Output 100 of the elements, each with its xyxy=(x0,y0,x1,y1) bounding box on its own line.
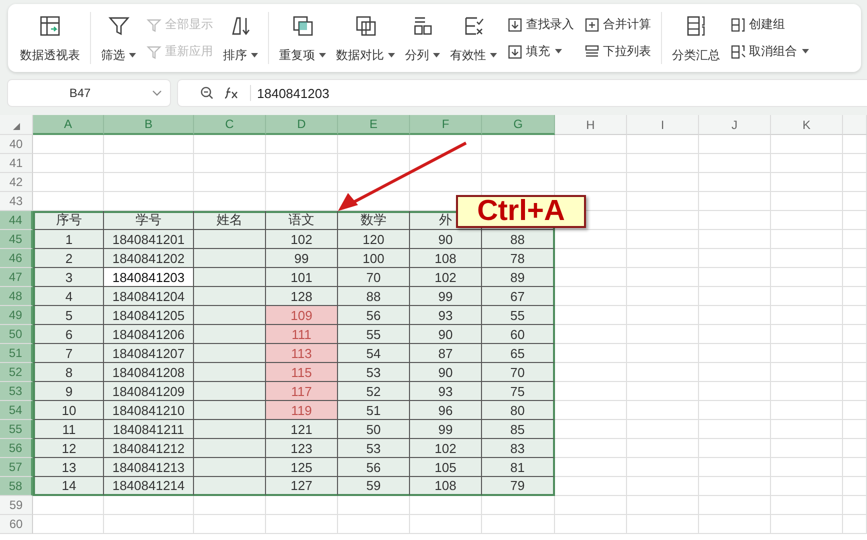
table-cell[interactable]: 102 xyxy=(266,230,338,249)
table-cell[interactable]: 60 xyxy=(482,325,555,344)
ribbon-button[interactable]: 分列 xyxy=(401,4,444,72)
table-cell[interactable]: 52 xyxy=(338,382,410,401)
table-cell[interactable]: 108 xyxy=(410,249,482,268)
ribbon-button[interactable]: 创建组 xyxy=(726,14,813,36)
table-cell[interactable]: 1840841206 xyxy=(104,325,194,344)
table-cell[interactable]: 65 xyxy=(482,344,555,363)
ribbon-button[interactable]: 有效性 xyxy=(446,4,501,72)
table-cell[interactable]: 96 xyxy=(410,401,482,420)
ribbon-button[interactable]: 筛选 xyxy=(97,4,140,72)
table-cell[interactable]: 93 xyxy=(410,382,482,401)
table-cell[interactable]: 90 xyxy=(410,325,482,344)
table-cell[interactable]: 90 xyxy=(410,363,482,382)
table-cell[interactable]: 12 xyxy=(33,439,104,458)
table-cell[interactable]: 1840841202 xyxy=(104,249,194,268)
table-cell[interactable]: 128 xyxy=(266,287,338,306)
table-cell[interactable]: 88 xyxy=(482,230,555,249)
formula-field[interactable]: 1840841203 xyxy=(178,80,867,106)
table-cell[interactable]: 4 xyxy=(33,287,104,306)
table-cell[interactable]: 9 xyxy=(33,382,104,401)
table-cell[interactable]: 54 xyxy=(338,344,410,363)
table-cell[interactable]: 1840841212 xyxy=(104,439,194,458)
header-cell[interactable]: 姓名 xyxy=(194,211,266,230)
table-cell[interactable]: 55 xyxy=(482,306,555,325)
table-cell[interactable]: 3 xyxy=(33,268,104,287)
table-cell[interactable]: 102 xyxy=(410,439,482,458)
table-cell[interactable]: 1840841203 xyxy=(104,268,194,287)
table-cell[interactable]: 120 xyxy=(338,230,410,249)
table-cell[interactable]: 5 xyxy=(33,306,104,325)
table-cell[interactable]: 88 xyxy=(338,287,410,306)
table-cell[interactable]: 81 xyxy=(482,458,555,477)
ribbon-button[interactable]: 下拉列表 xyxy=(580,40,655,62)
table-cell[interactable]: 70 xyxy=(338,268,410,287)
table-cell[interactable]: 6 xyxy=(33,325,104,344)
header-cell[interactable]: 序号 xyxy=(33,211,104,230)
column-header[interactable]: I xyxy=(627,115,699,135)
ribbon-button[interactable]: 重复项 xyxy=(275,4,330,72)
table-cell[interactable]: 1840841201 xyxy=(104,230,194,249)
table-cell[interactable]: 1 xyxy=(33,230,104,249)
table-cell[interactable]: 123 xyxy=(266,439,338,458)
table-cell[interactable]: 55 xyxy=(338,325,410,344)
table-cell[interactable]: 101 xyxy=(266,268,338,287)
table-cell[interactable]: 1840841205 xyxy=(104,306,194,325)
ribbon-button[interactable]: 排序 xyxy=(219,4,262,72)
row-header[interactable]: 60 xyxy=(0,515,33,534)
table-cell[interactable]: 99 xyxy=(410,287,482,306)
table-cell[interactable]: 105 xyxy=(410,458,482,477)
table-cell[interactable]: 56 xyxy=(338,458,410,477)
ribbon-button[interactable]: 数据透视表 xyxy=(16,4,84,72)
table-cell[interactable]: 102 xyxy=(410,268,482,287)
table-cell[interactable]: 59 xyxy=(338,477,410,496)
table-cell[interactable]: 1840841213 xyxy=(104,458,194,477)
table-cell[interactable]: 78 xyxy=(482,249,555,268)
table-cell[interactable]: 127 xyxy=(266,477,338,496)
table-cell[interactable]: 1840841209 xyxy=(104,382,194,401)
table-cell[interactable]: 121 xyxy=(266,420,338,439)
ribbon-button[interactable]: 查找录入 xyxy=(503,14,578,36)
table-cell[interactable]: 89 xyxy=(482,268,555,287)
ribbon-button[interactable]: 合并计算 xyxy=(580,14,655,36)
table-cell[interactable]: 99 xyxy=(410,420,482,439)
table-cell[interactable]: 13 xyxy=(33,458,104,477)
table-cell[interactable]: 8 xyxy=(33,363,104,382)
table-cell[interactable]: 56 xyxy=(338,306,410,325)
header-cell[interactable]: 数学 xyxy=(338,211,410,230)
table-cell[interactable]: 87 xyxy=(410,344,482,363)
name-box[interactable]: B47 xyxy=(8,80,170,106)
table-cell[interactable]: 1840841204 xyxy=(104,287,194,306)
table-cell[interactable]: 83 xyxy=(482,439,555,458)
table-cell[interactable]: 79 xyxy=(482,477,555,496)
table-cell[interactable]: 108 xyxy=(410,477,482,496)
column-header[interactable]: J xyxy=(699,115,771,135)
table-cell[interactable]: 1840841207 xyxy=(104,344,194,363)
column-header[interactable]: K xyxy=(771,115,843,135)
table-cell[interactable]: 125 xyxy=(266,458,338,477)
table-cell[interactable]: 100 xyxy=(338,249,410,268)
row-header[interactable]: 59 xyxy=(0,496,33,515)
table-cell[interactable]: 67 xyxy=(482,287,555,306)
table-cell[interactable]: 1840841211 xyxy=(104,420,194,439)
table-cell[interactable]: 90 xyxy=(410,230,482,249)
table-cell[interactable]: 1840841208 xyxy=(104,363,194,382)
table-cell[interactable]: 51 xyxy=(338,401,410,420)
header-cell[interactable]: 语文 xyxy=(266,211,338,230)
row-header[interactable]: 43 xyxy=(0,192,33,211)
row-header[interactable]: 41 xyxy=(0,154,33,173)
table-cell[interactable]: 1840841214 xyxy=(104,477,194,496)
table-cell[interactable]: 99 xyxy=(266,249,338,268)
table-cell[interactable]: 14 xyxy=(33,477,104,496)
ribbon-button[interactable]: 取消组合 xyxy=(726,40,813,62)
column-header[interactable]: H xyxy=(555,115,627,135)
row-header[interactable]: 40 xyxy=(0,135,33,154)
ribbon-button[interactable]: 分类汇总 xyxy=(668,4,724,72)
table-cell[interactable]: 85 xyxy=(482,420,555,439)
table-cell[interactable]: 93 xyxy=(410,306,482,325)
table-cell[interactable]: 7 xyxy=(33,344,104,363)
row-header[interactable]: 42 xyxy=(0,173,33,192)
table-cell[interactable]: 70 xyxy=(482,363,555,382)
table-cell[interactable]: 10 xyxy=(33,401,104,420)
table-cell[interactable]: 2 xyxy=(33,249,104,268)
table-cell[interactable]: 50 xyxy=(338,420,410,439)
